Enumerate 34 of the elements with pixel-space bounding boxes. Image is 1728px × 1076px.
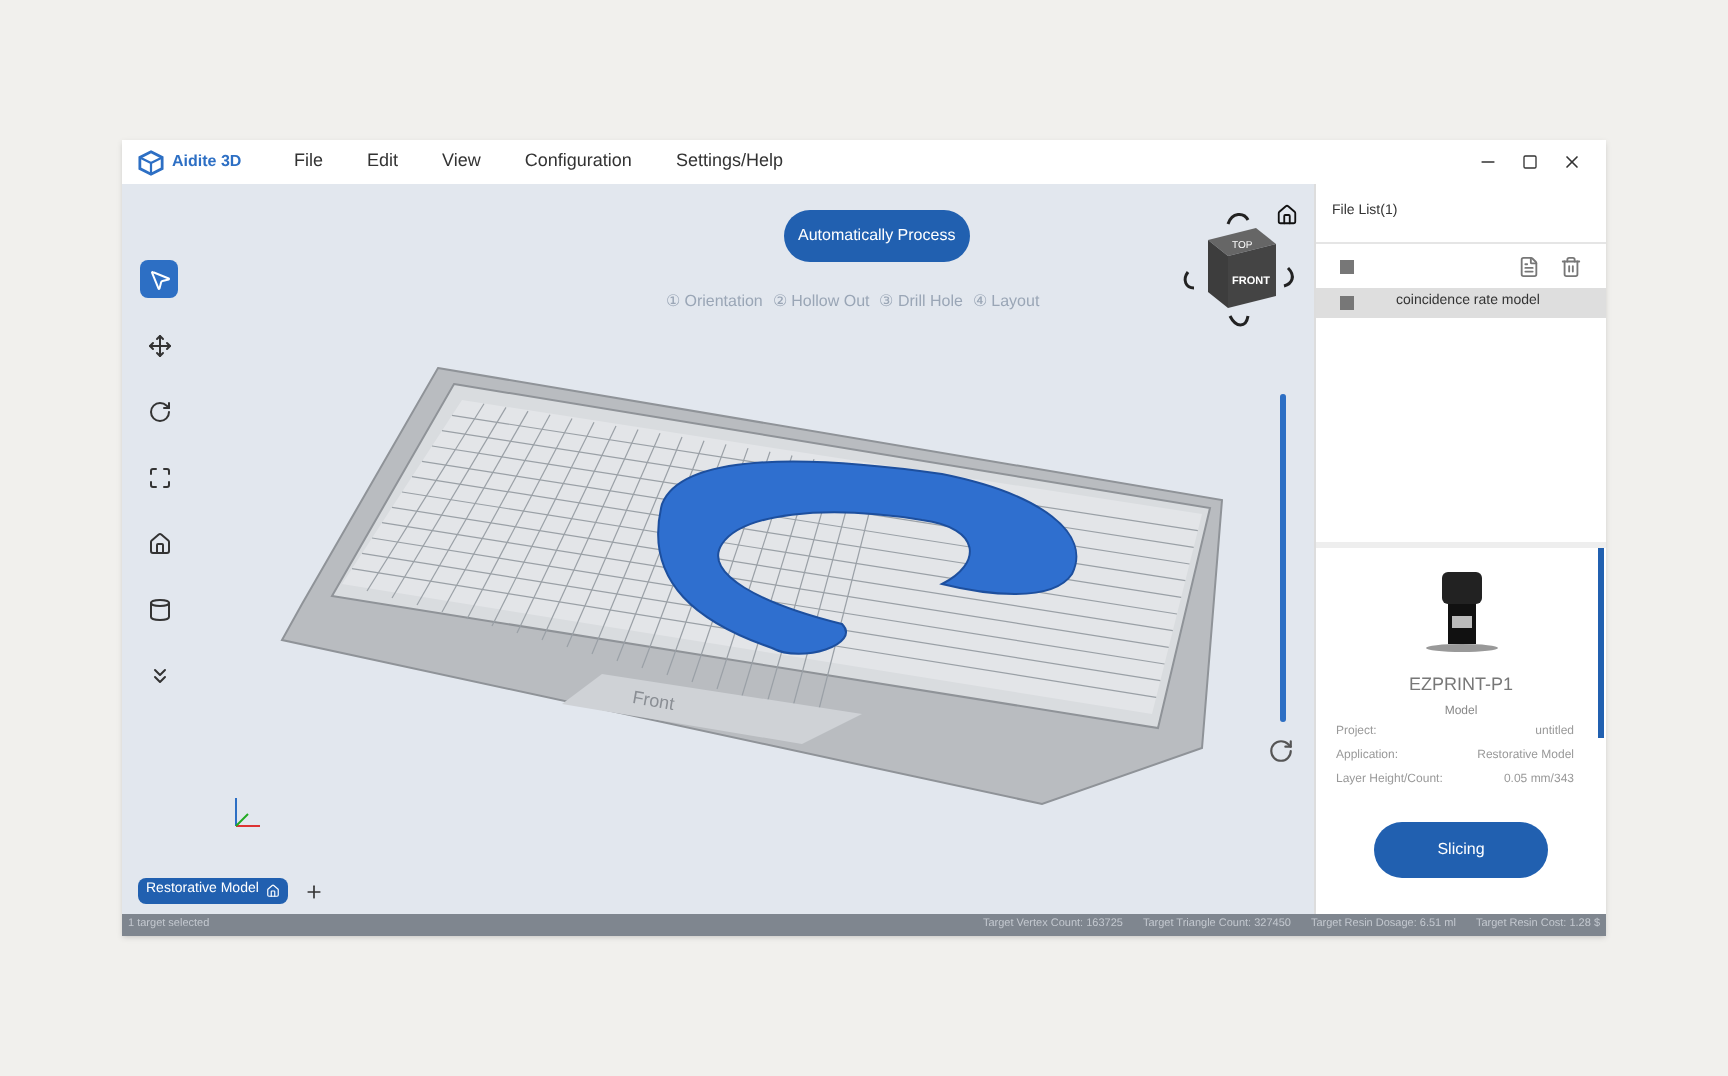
close-icon[interactable] <box>1562 152 1582 172</box>
logo-icon <box>138 149 164 175</box>
process-step: ① Orientation <box>666 290 763 314</box>
delete-icon[interactable] <box>1560 255 1582 277</box>
app-logo-text: Aidite 3D <box>172 150 242 174</box>
rotate-icon <box>147 399 171 423</box>
process-step: ③ Drill Hole <box>879 290 963 314</box>
reset-icon[interactable] <box>1268 738 1294 764</box>
menu-item[interactable]: Edit <box>367 148 399 176</box>
process-step: ④ Layout <box>972 290 1040 314</box>
frame-icon <box>147 465 171 489</box>
build-plate-drawing: Front <box>280 366 1224 806</box>
menu-item[interactable]: View <box>442 148 481 176</box>
slicing-button[interactable]: Slicing <box>1374 821 1548 877</box>
menu-item[interactable]: Settings/Help <box>675 148 783 176</box>
tool-button[interactable] <box>140 260 178 298</box>
move-arrows-icon <box>147 333 171 357</box>
printer-name: EZPRINT-P1 <box>1408 672 1513 698</box>
automatically-process-button[interactable]: Automatically Process <box>784 210 970 262</box>
axes-icon <box>230 792 266 832</box>
cursor-icon <box>147 267 171 291</box>
add-tab-icon[interactable] <box>304 881 325 901</box>
home-view-icon[interactable] <box>1276 204 1298 226</box>
house-icon <box>266 884 281 898</box>
height-slider[interactable] <box>1276 394 1288 722</box>
file-checkbox[interactable] <box>1340 296 1354 310</box>
restore-icon[interactable] <box>1522 154 1538 170</box>
menu-item[interactable]: File <box>294 148 324 176</box>
menu-item[interactable]: Configuration <box>524 148 632 176</box>
cylinder-icon <box>147 597 171 621</box>
process-step: ② Hollow Out <box>772 290 870 314</box>
file-icon[interactable] <box>1518 255 1540 277</box>
select-all-checkbox[interactable] <box>1340 259 1354 273</box>
house-icon <box>147 531 171 555</box>
